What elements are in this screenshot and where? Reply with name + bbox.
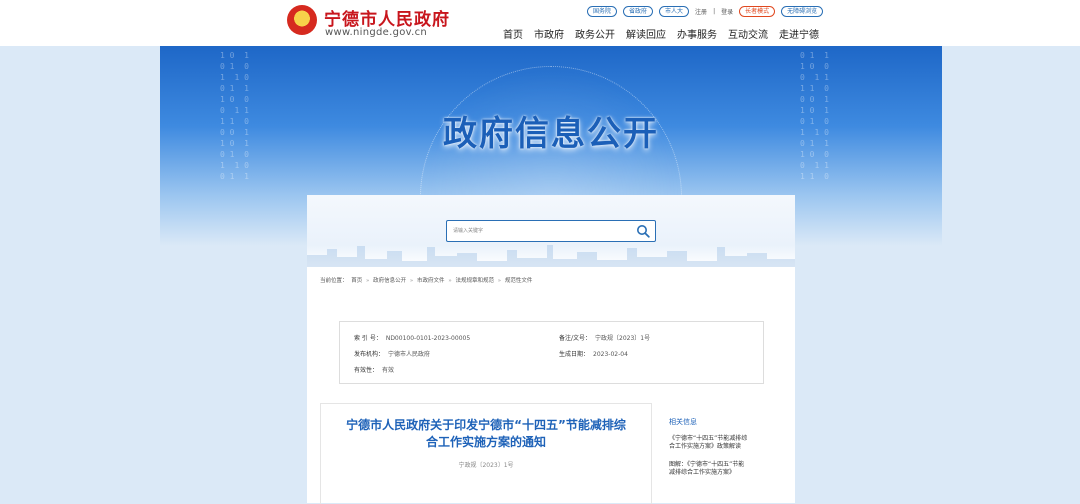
link-state-council[interactable]: 国务院 — [587, 6, 618, 17]
document-info-box: 索 引 号： ND00100-0101-2023-00005 备注/文号： 宁政规〔… — [339, 321, 764, 384]
info-index: 索 引 号： ND00100-0101-2023-00005 — [354, 335, 471, 342]
breadcrumb-item-normative-documents[interactable]: 规范性文件 — [505, 278, 533, 284]
nav-home[interactable]: 首页 — [503, 26, 523, 41]
breadcrumb-prefix: 当前位置： — [320, 278, 348, 284]
main-nav: 首页 市政府 政务公开 解读回应 办事服务 互动交流 走进宁德 — [503, 26, 819, 41]
elder-mode-button[interactable]: 长者模式 — [739, 6, 776, 17]
search-placeholder: 请输入关键字 — [453, 228, 484, 234]
national-emblem-icon[interactable] — [287, 5, 317, 35]
breadcrumb-separator: » — [448, 278, 452, 284]
content-panel: 请输入关键字 当前位置： 首页 » 政府信息公开 » 市政府文件 » 法规规章和… — [307, 195, 795, 504]
breadcrumb-item-regulations[interactable]: 法规规章和规范 — [455, 278, 494, 284]
site-header: 宁德市人民政府 www.ningde.gov.cn 国务院 省政府 市人大 注册… — [0, 0, 1080, 46]
article-title: 宁德市人民政府关于印发宁德市“十四五”节能减排综 合工作实施方案的通知 — [346, 418, 626, 449]
link-province-government[interactable]: 省政府 — [623, 6, 654, 17]
nav-interaction[interactable]: 互动交流 — [728, 26, 768, 41]
breadcrumb-item-home[interactable]: 首页 — [351, 278, 362, 284]
link-city-congress[interactable]: 市人大 — [659, 6, 690, 17]
breadcrumb: 当前位置： 首页 » 政府信息公开 » 市政府文件 » 法规规章和规范 » 规范… — [320, 276, 534, 284]
breadcrumb-item-city-documents[interactable]: 市政府文件 — [417, 278, 445, 284]
banner-title: 政府信息公开 — [443, 114, 659, 154]
search-area: 请输入关键字 — [307, 195, 795, 267]
related-item[interactable]: 图解：《宁德市“十四五”节能 减排综合工作实施方案》 — [669, 461, 779, 477]
register-link[interactable]: 注册 — [695, 7, 707, 16]
info-doc-number: 备注/文号： 宁政规〔2023〕1号 — [559, 335, 651, 342]
breadcrumb-item-info-disclosure[interactable]: 政府信息公开 — [373, 278, 406, 284]
login-link[interactable]: 登录 — [721, 7, 733, 16]
related-item[interactable]: 《宁德市“十四五”节能减排综 合工作实施方案》政策解读 — [669, 435, 779, 451]
link-divider: | — [713, 8, 716, 15]
related-heading: 相关信息 — [669, 418, 697, 426]
info-organization: 发布机构： 宁德市人民政府 — [354, 351, 431, 358]
article: 宁德市人民政府关于印发宁德市“十四五”节能减排综 合工作实施方案的通知 宁政规〔… — [320, 403, 652, 504]
related-info: 相关信息 《宁德市“十四五”节能减排综 合工作实施方案》政策解读 图解：《宁德市… — [662, 403, 792, 503]
nav-about-ningde[interactable]: 走进宁德 — [779, 26, 819, 41]
article-doc-number: 宁政规〔2023〕1号 — [458, 462, 514, 469]
top-links: 国务院 省政府 市人大 注册 | 登录 长者模式 无障碍浏览 — [587, 6, 824, 17]
site-url: www.ningde.gov.cn — [325, 27, 427, 38]
nav-services[interactable]: 办事服务 — [677, 26, 717, 41]
accessibility-button[interactable]: 无障碍浏览 — [781, 6, 824, 17]
nav-government-affairs[interactable]: 政务公开 — [575, 26, 615, 41]
nav-city-government[interactable]: 市政府 — [534, 26, 564, 41]
skyline-decoration — [307, 245, 795, 267]
breadcrumb-separator: » — [409, 278, 414, 284]
info-date: 生成日期： 2023-02-04 — [559, 351, 628, 358]
info-validity: 有效性： 有效 — [354, 367, 395, 374]
breadcrumb-separator: » — [366, 278, 370, 284]
search-icon[interactable] — [636, 224, 650, 238]
nav-interpretation[interactable]: 解读回应 — [626, 26, 666, 41]
search-input[interactable]: 请输入关键字 — [446, 220, 656, 242]
breadcrumb-separator: » — [497, 278, 502, 284]
